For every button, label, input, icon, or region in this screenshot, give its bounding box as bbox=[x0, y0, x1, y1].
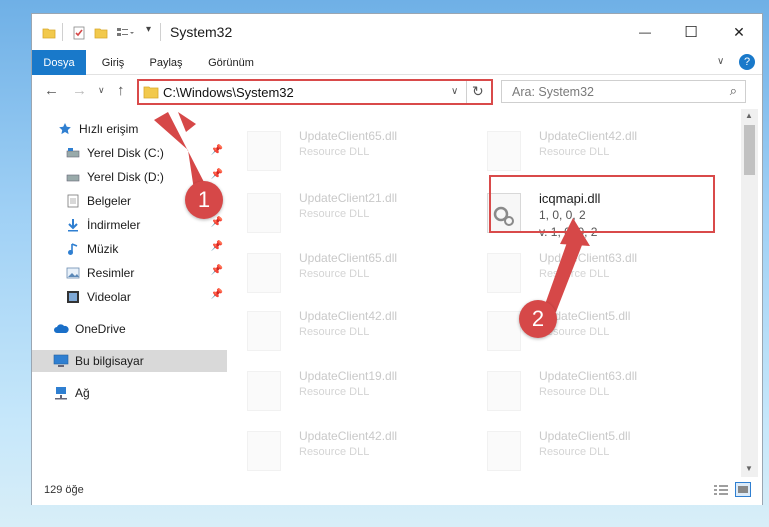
arrow-1-head-icon bbox=[178, 112, 196, 132]
arrow-2-head-icon bbox=[560, 218, 590, 246]
step-badge-2: 2 bbox=[519, 300, 557, 338]
arrow-1 bbox=[154, 112, 206, 190]
annotation-arrows bbox=[154, 112, 590, 312]
step-badge-1: 1 bbox=[185, 181, 223, 219]
arrow-2 bbox=[543, 234, 584, 312]
